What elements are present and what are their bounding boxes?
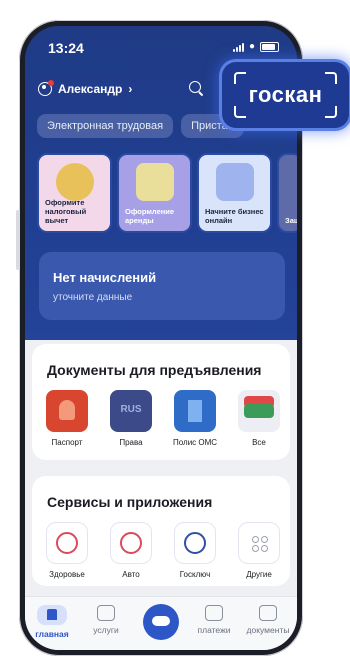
user-profile-link[interactable]: Александр ›	[38, 80, 133, 96]
notification-dot	[48, 80, 54, 86]
doc-passport[interactable]: Паспорт	[45, 390, 89, 447]
services-title: Сервисы и приложения	[47, 494, 213, 510]
search-icon[interactable]	[189, 81, 201, 93]
tab-services[interactable]: услуги	[81, 605, 131, 635]
service-other[interactable]: Другие	[237, 522, 281, 579]
wallet-icon	[238, 390, 280, 432]
chip-work-record[interactable]: Электронная трудовая	[37, 114, 174, 138]
house-illustration-icon	[135, 163, 174, 201]
signal-icon	[232, 42, 244, 52]
chevron-right-icon: ›	[128, 82, 133, 96]
service-goskey[interactable]: Госключ	[173, 522, 217, 579]
doc-label: Полис ОМС	[173, 438, 218, 447]
service-auto[interactable]: Авто	[109, 522, 153, 579]
goscan-badge-text: госкан	[248, 82, 323, 107]
tab-label: платежи	[197, 625, 231, 635]
health-icon	[46, 522, 88, 564]
passport-icon	[46, 390, 88, 432]
home-icon	[37, 605, 67, 625]
promo-rent[interactable]: Оформление аренды	[117, 153, 192, 233]
doc-oms[interactable]: Полис ОМС	[173, 390, 217, 447]
assistant-robot-icon[interactable]	[143, 604, 179, 640]
wifi-icon: ●	[248, 41, 255, 52]
promo-label: Оформите налоговый вычет	[45, 198, 87, 225]
documents-list: Паспорт Права Полис ОМС Все	[45, 390, 281, 447]
doc-label: Паспорт	[51, 438, 83, 447]
promo-label: Защ...	[285, 216, 297, 225]
avatar-icon	[38, 80, 54, 96]
user-name: Александр	[58, 82, 123, 96]
service-label: Госключ	[179, 570, 211, 579]
battery-icon	[260, 41, 279, 52]
grid-icon	[238, 522, 280, 564]
doc-all[interactable]: Все	[237, 390, 281, 447]
car-icon	[110, 522, 152, 564]
doc-license[interactable]: Права	[109, 390, 153, 447]
promo-partial[interactable]: Защ...	[277, 153, 297, 233]
doc-label: Права	[119, 438, 143, 447]
tab-label: документы	[246, 625, 290, 635]
charges-title: Нет начислений	[53, 270, 157, 285]
status-bar: 13:24 ●	[25, 26, 297, 66]
wallet-tab-icon	[205, 605, 223, 621]
promo-label: Начните бизнес онлайн	[205, 207, 264, 225]
service-label: Другие	[246, 570, 272, 579]
services-grid-icon	[97, 605, 115, 621]
service-label: Авто	[122, 570, 140, 579]
promo-tax-deduction[interactable]: Оформите налоговый вычет	[37, 153, 112, 233]
phone-side-button	[16, 210, 20, 270]
signature-pen-icon	[174, 522, 216, 564]
doc-label: Все	[252, 438, 266, 447]
tab-home[interactable]: главная	[27, 605, 77, 639]
tab-documents[interactable]: документы	[243, 605, 293, 635]
services-card: Сервисы и приложения Здоровье Авто Госкл…	[32, 476, 290, 586]
service-health[interactable]: Здоровье	[45, 522, 89, 579]
tab-label: услуги	[93, 625, 119, 635]
browser-illustration-icon	[215, 163, 254, 201]
driver-license-icon	[110, 390, 152, 432]
document-icon	[259, 605, 277, 621]
quick-chips: Электронная трудовая Пристав	[37, 114, 244, 138]
documents-card: Документы для предъявления Паспорт Права…	[32, 344, 290, 460]
services-list: Здоровье Авто Госключ Другие	[45, 522, 281, 579]
coins-illustration-icon	[55, 163, 94, 201]
charges-subtitle: уточните данные	[53, 292, 133, 303]
documents-title: Документы для предъявления	[47, 362, 262, 378]
insurance-policy-icon	[174, 390, 216, 432]
tab-label: главная	[35, 629, 69, 639]
promo-carousel: Оформите налоговый вычет Оформление арен…	[37, 153, 297, 233]
service-label: Здоровье	[49, 570, 85, 579]
charges-card[interactable]: Нет начислений уточните данные	[39, 252, 285, 320]
status-icons: ●	[232, 41, 279, 52]
promo-label: Оформление аренды	[125, 207, 175, 225]
status-time: 13:24	[48, 40, 84, 56]
promo-business[interactable]: Начните бизнес онлайн	[197, 153, 272, 233]
tab-payments[interactable]: платежи	[189, 605, 239, 635]
goscan-badge: госкан	[222, 62, 349, 128]
